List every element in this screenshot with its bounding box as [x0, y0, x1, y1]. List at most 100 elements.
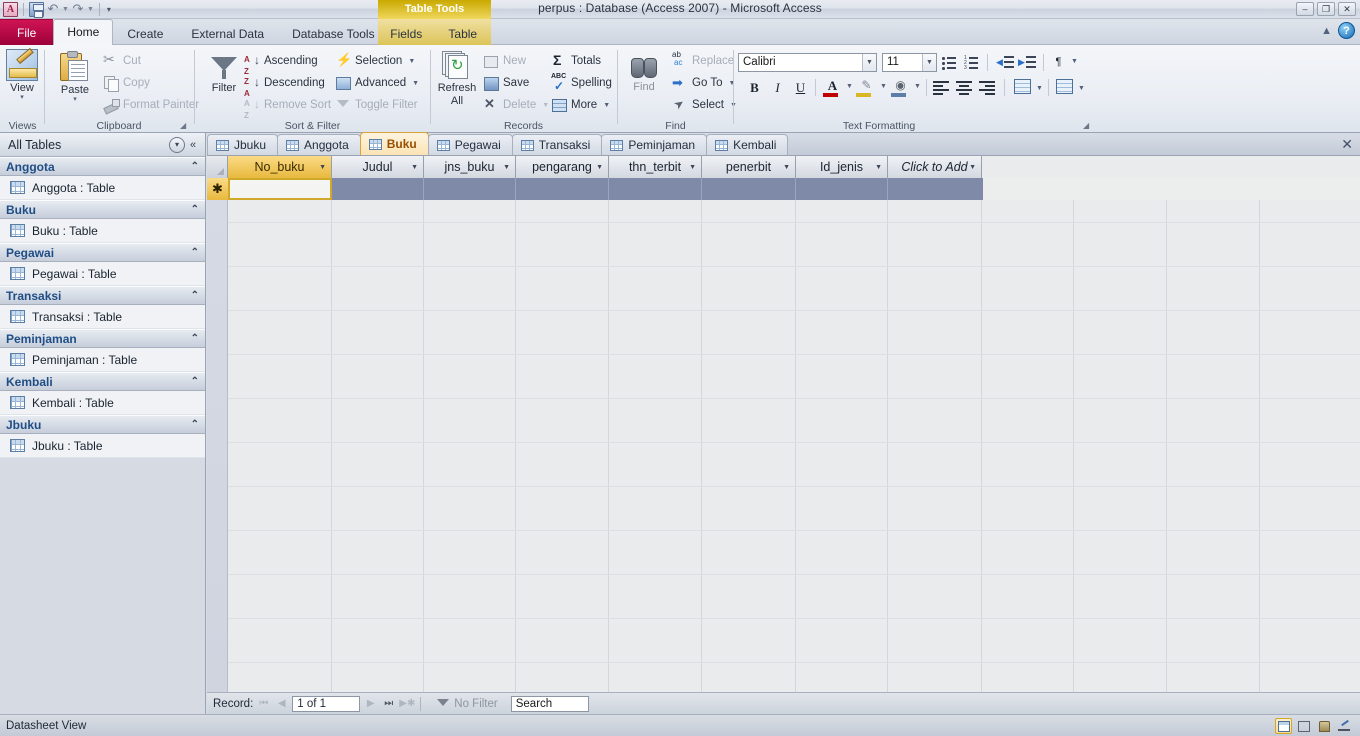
close-document-icon[interactable]: ✕: [1341, 136, 1353, 153]
advanced-button[interactable]: Advanced ▼: [335, 72, 419, 94]
chevron-down-icon[interactable]: ▼: [783, 156, 790, 179]
nav-group-transaksi[interactable]: Transaksi ⌃: [0, 286, 205, 305]
column-header-click-to-add[interactable]: Click to Add ▼: [888, 156, 982, 178]
nav-group-jbuku[interactable]: Jbuku ⌃: [0, 415, 205, 434]
nav-pane-collapse-icon[interactable]: «: [185, 139, 201, 151]
column-header-thn-terbit[interactable]: thn_terbit ▼: [609, 156, 702, 178]
filter-status[interactable]: No Filter: [437, 698, 498, 710]
more-dropdown-icon[interactable]: ▼: [603, 102, 610, 109]
bold-button[interactable]: B: [744, 77, 765, 98]
chevron-up-icon[interactable]: ⌃: [191, 376, 199, 387]
last-record-button[interactable]: ⏭: [381, 698, 396, 709]
select-all-button[interactable]: [207, 156, 228, 178]
next-record-button[interactable]: ▶: [363, 698, 378, 709]
fill-color-dropdown-icon[interactable]: ▼: [914, 83, 921, 90]
gridlines-dropdown-icon[interactable]: ▼: [1036, 85, 1043, 92]
decrease-indent-icon[interactable]: ◀: [996, 55, 1014, 71]
format-painter-button[interactable]: Format Painter: [103, 94, 199, 116]
collapse-ribbon-icon[interactable]: ▲: [1321, 25, 1332, 37]
goto-button[interactable]: Go To ▼: [672, 72, 735, 94]
chevron-down-icon[interactable]: ▼: [319, 156, 326, 179]
alternate-row-color-icon[interactable]: [1056, 79, 1073, 94]
cell-penerbit[interactable]: [702, 178, 796, 200]
record-position-input[interactable]: 1 of 1: [292, 695, 361, 712]
refresh-all-button[interactable]: ↻ Refresh All: [431, 51, 483, 107]
chevron-up-icon[interactable]: ⌃: [191, 161, 199, 172]
previous-record-button[interactable]: ◀: [274, 698, 289, 709]
view-dropdown-icon[interactable]: ▾: [0, 94, 48, 101]
help-icon[interactable]: ?: [1338, 22, 1355, 39]
paste-button[interactable]: Paste ▾: [49, 51, 101, 103]
first-record-button[interactable]: ⏮: [256, 698, 271, 709]
delete-record-button[interactable]: Delete ▼: [483, 94, 549, 116]
nav-item-peminjaman-table[interactable]: Peminjaman : Table: [0, 348, 205, 372]
chevron-up-icon[interactable]: ⌃: [191, 247, 199, 258]
new-record-button[interactable]: ▶✱: [399, 698, 415, 709]
column-header-jns-buku[interactable]: jns_buku ▼: [424, 156, 516, 178]
chevron-down-icon[interactable]: ▼: [503, 156, 510, 179]
cell-judul[interactable]: [332, 178, 424, 200]
font-size-dropdown-icon[interactable]: ▼: [922, 54, 936, 71]
nav-group-kembali[interactable]: Kembali ⌃: [0, 372, 205, 391]
nav-item-buku-table[interactable]: Buku : Table: [0, 219, 205, 243]
tab-fields[interactable]: Fields: [378, 22, 435, 45]
doc-tab-pegawai[interactable]: Pegawai: [427, 134, 513, 155]
font-name-dropdown-icon[interactable]: ▼: [862, 54, 876, 71]
increase-indent-icon[interactable]: ▶: [1018, 55, 1036, 71]
pivottable-view-icon[interactable]: [1295, 718, 1312, 734]
numbering-icon[interactable]: 1 2 3: [964, 54, 982, 72]
nav-group-peminjaman[interactable]: Peminjaman ⌃: [0, 329, 205, 348]
chevron-up-icon[interactable]: ⌃: [191, 204, 199, 215]
nav-item-jbuku-table[interactable]: Jbuku : Table: [0, 434, 205, 458]
chevron-up-icon[interactable]: ⌃: [191, 419, 199, 430]
cell-id-jenis[interactable]: [796, 178, 888, 200]
doc-tab-transaksi[interactable]: Transaksi: [511, 134, 603, 155]
nav-item-transaksi-table[interactable]: Transaksi : Table: [0, 305, 205, 329]
cell-jns-buku[interactable]: [424, 178, 516, 200]
align-center-icon[interactable]: [956, 81, 974, 95]
doc-tab-jbuku[interactable]: Jbuku: [207, 134, 279, 155]
tab-database-tools[interactable]: Database Tools: [278, 22, 389, 45]
underline-button[interactable]: U: [790, 77, 811, 98]
bullets-icon[interactable]: [942, 54, 960, 72]
highlight-dropdown-icon[interactable]: ▼: [880, 83, 887, 90]
column-header-id-jenis[interactable]: Id_jenis ▼: [796, 156, 888, 178]
minimize-button[interactable]: –: [1296, 2, 1314, 16]
view-button[interactable]: View ▾: [0, 49, 48, 101]
tab-home[interactable]: Home: [53, 19, 114, 45]
font-size-combobox[interactable]: 11 ▼: [882, 53, 937, 72]
chevron-up-icon[interactable]: ⌃: [191, 290, 199, 301]
column-header-no-buku[interactable]: No_buku ▼: [228, 156, 332, 178]
gridlines-icon[interactable]: [1014, 79, 1031, 94]
nav-group-anggota[interactable]: Anggota ⌃: [0, 157, 205, 176]
spelling-button[interactable]: Spelling: [551, 72, 612, 94]
tab-external-data[interactable]: External Data: [177, 22, 278, 45]
chevron-down-icon[interactable]: ▼: [969, 156, 976, 179]
doc-tab-anggota[interactable]: Anggota: [277, 134, 361, 155]
nav-item-anggota-table[interactable]: Anggota : Table: [0, 176, 205, 200]
save-record-button[interactable]: Save: [483, 72, 529, 94]
cut-button[interactable]: Cut: [103, 50, 141, 72]
align-left-icon[interactable]: [933, 81, 951, 95]
font-name-combobox[interactable]: Calibri ▼: [738, 53, 877, 72]
doc-tab-peminjaman[interactable]: Peminjaman: [601, 134, 708, 155]
column-header-penerbit[interactable]: penerbit ▼: [702, 156, 796, 178]
nav-item-kembali-table[interactable]: Kembali : Table: [0, 391, 205, 415]
nav-item-pegawai-table[interactable]: Pegawai : Table: [0, 262, 205, 286]
text-direction-icon[interactable]: ¶: [1048, 52, 1069, 73]
text-direction-dropdown-icon[interactable]: ▼: [1071, 58, 1078, 65]
tab-create[interactable]: Create: [113, 22, 177, 45]
cell-no-buku[interactable]: [228, 178, 332, 200]
doc-tab-buku[interactable]: Buku: [359, 132, 429, 155]
doc-tab-kembali[interactable]: Kembali: [706, 134, 789, 155]
text-formatting-dialog-launcher-icon[interactable]: ◢: [1083, 121, 1092, 130]
totals-button[interactable]: Totals: [551, 50, 601, 72]
delete-dropdown-icon[interactable]: ▼: [542, 102, 549, 109]
toggle-filter-button[interactable]: Toggle Filter: [335, 94, 418, 116]
chevron-down-icon[interactable]: ▼: [875, 156, 882, 179]
search-input[interactable]: Search: [510, 695, 589, 712]
nav-group-pegawai[interactable]: Pegawai ⌃: [0, 243, 205, 262]
datasheet-view-icon[interactable]: [1275, 717, 1292, 734]
close-button[interactable]: ✕: [1338, 2, 1356, 16]
restore-button[interactable]: ❐: [1317, 2, 1335, 16]
